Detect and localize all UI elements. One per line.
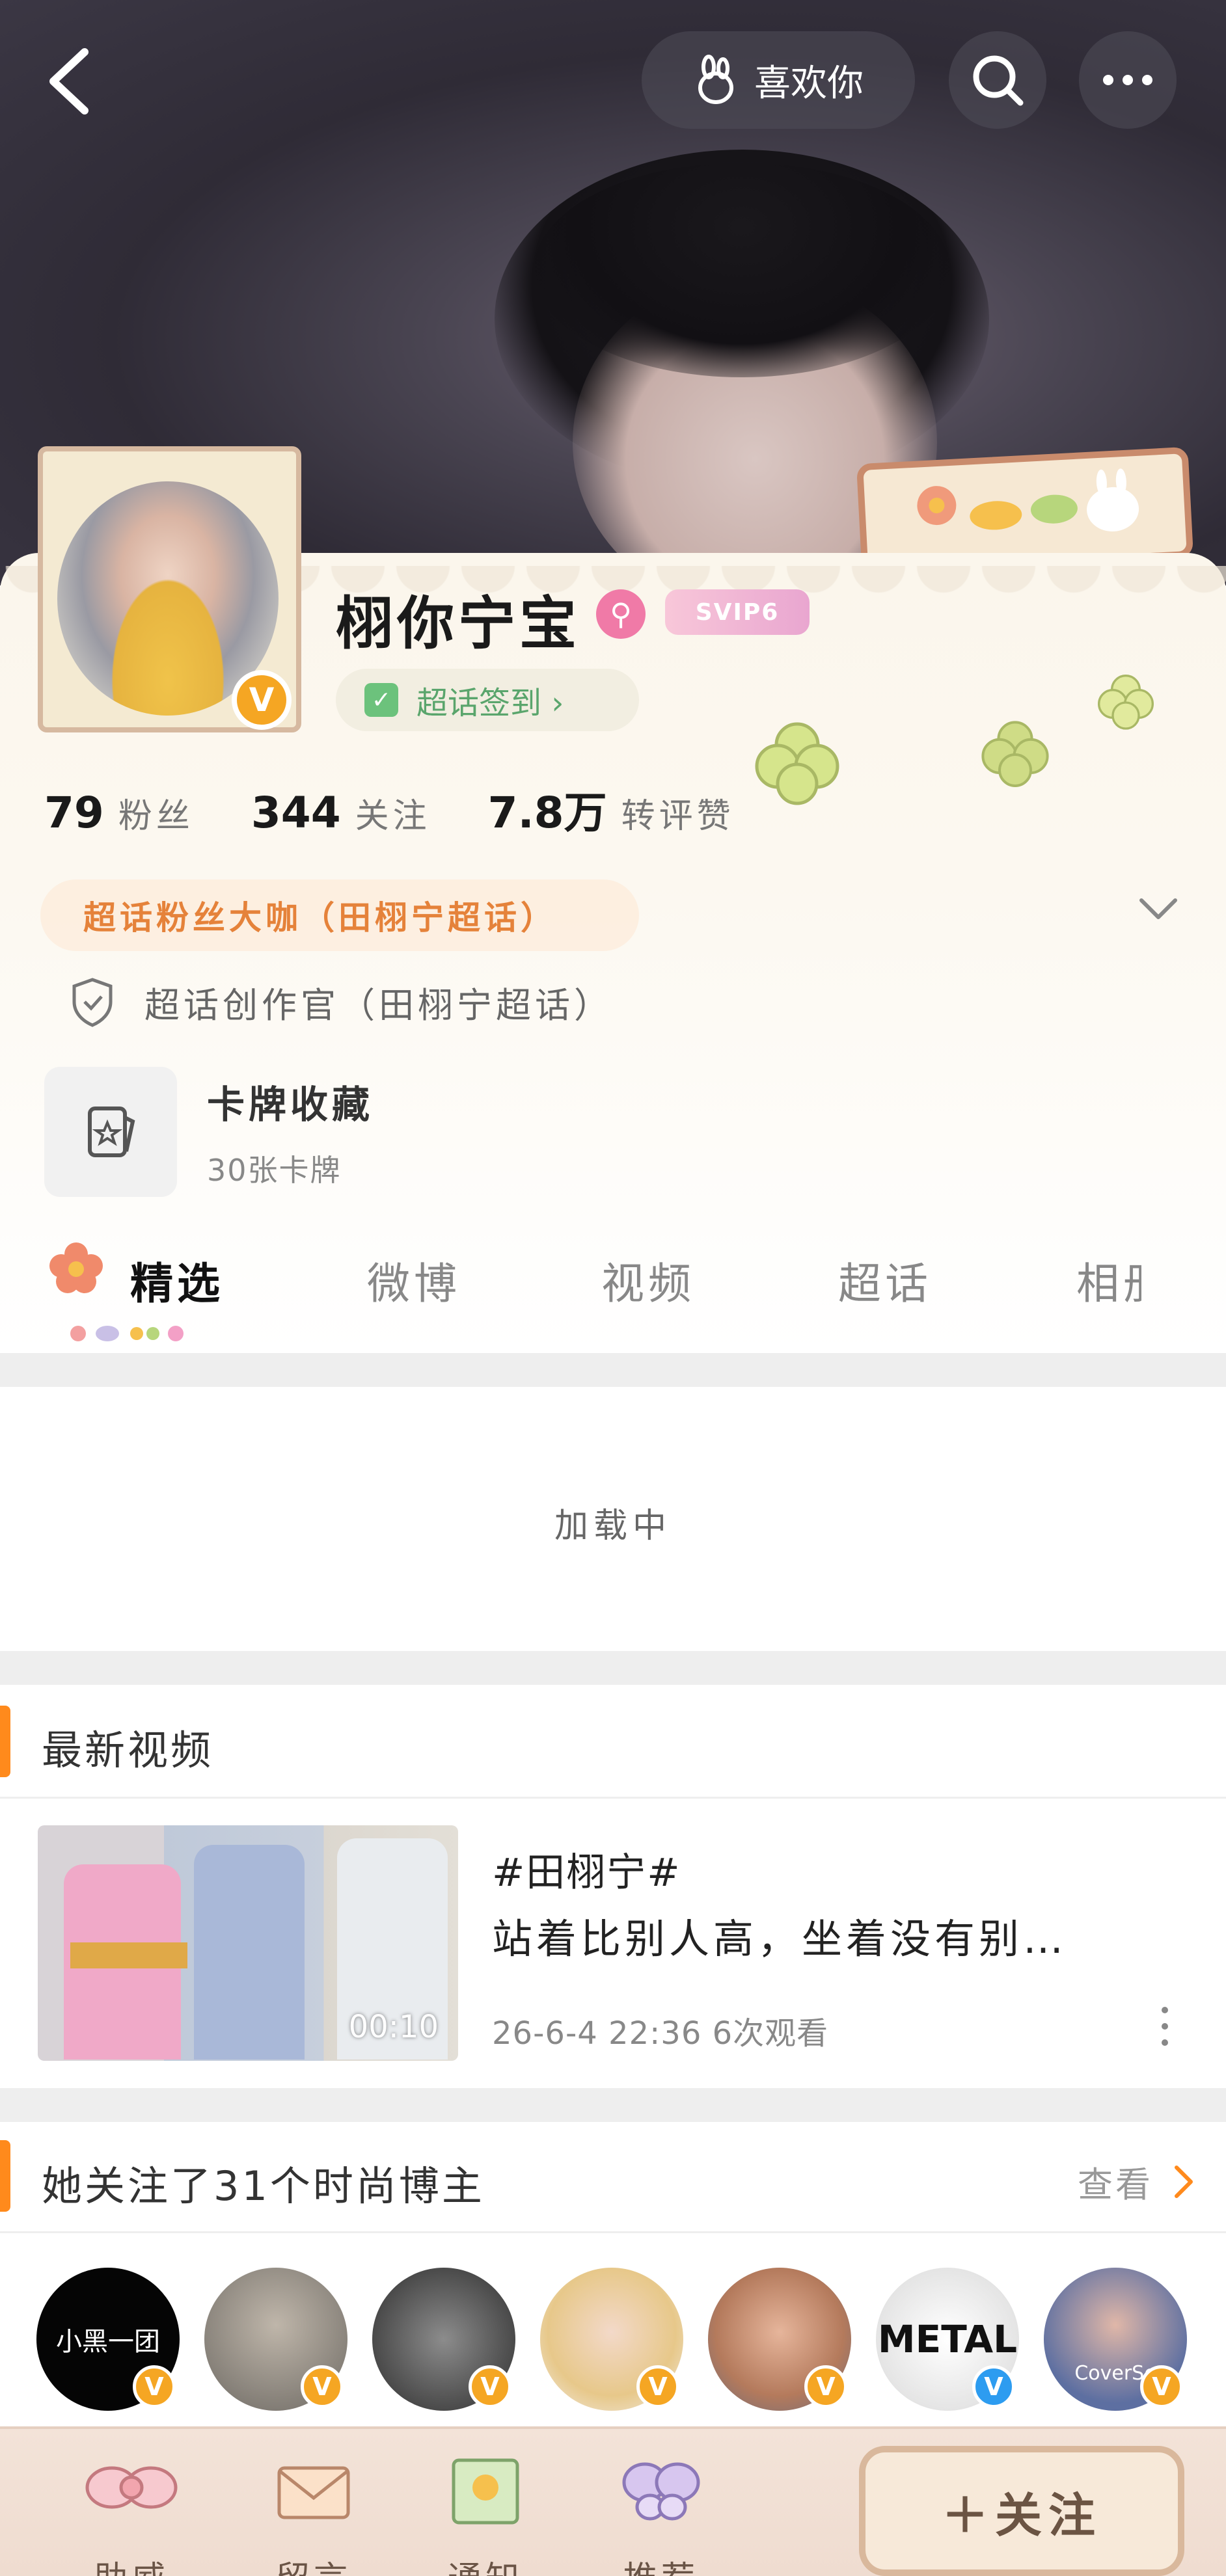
more-options-button[interactable] — [1079, 31, 1177, 129]
search-button[interactable] — [949, 31, 1046, 129]
photo-frame-icon — [452, 2458, 519, 2525]
bottom-item-cheer[interactable]: 助威 — [60, 2442, 203, 2576]
video-title[interactable]: 站着比别人高，坐着没有别… — [492, 1906, 1067, 1965]
bottom-item-label: 通知 — [414, 2551, 557, 2576]
stat-label: 关注 — [355, 797, 431, 836]
follows-title: 她关注了31个时尚博主 — [42, 2162, 485, 2210]
latest-video-title: 最新视频 — [42, 1726, 214, 1774]
like-you-button[interactable]: 喜欢你 — [642, 31, 915, 129]
profile-stats: 79 粉丝 344 关注 7.8万 转评赞 — [44, 778, 792, 840]
flower-bunny-sticker-icon — [917, 468, 1139, 531]
verified-v-icon: V — [1140, 2365, 1183, 2408]
section-gap — [0, 2088, 1226, 2122]
username: 栩你宁宝 — [336, 589, 581, 657]
video-duration: 00:10 — [348, 2009, 439, 2045]
checkin-label: 超话签到 › — [416, 685, 564, 721]
thumb-figure — [194, 1845, 305, 2059]
creator-label: 超话创作官（田栩宁超话） — [144, 984, 613, 1026]
verified-v-icon: V — [469, 2365, 511, 2408]
verified-v-icon: V — [804, 2365, 847, 2408]
section-gap — [0, 1353, 1226, 1387]
avatar-label: 小黑一团 — [56, 2327, 160, 2357]
card-collection-icon-box — [44, 1067, 177, 1197]
envelope-icon — [277, 2466, 350, 2519]
tab-album[interactable]: 相册 — [1076, 1249, 1141, 1311]
followed-avatars: 小黑一团 METAL CoverSe V V V V V V V — [36, 2268, 1195, 2417]
search-icon — [973, 55, 1024, 106]
tab-featured[interactable]: 精选 — [130, 1249, 224, 1311]
tab-videos[interactable]: 视频 — [601, 1249, 695, 1311]
chevron-down-icon[interactable] — [1132, 890, 1184, 929]
shield-icon — [72, 978, 113, 1027]
vertical-ellipsis-icon[interactable] — [1152, 2004, 1178, 2049]
video-meta: 26-6-4 22:36 6次观看 — [492, 2015, 829, 2052]
card-collection-count: 30张卡牌 — [207, 1153, 342, 1188]
flower-icon — [49, 1242, 103, 1293]
section-accent-bar — [0, 1706, 10, 1777]
bottom-item-label: 推荐 — [590, 2551, 733, 2576]
verified-v-icon: V — [133, 2365, 176, 2408]
bottom-item-message[interactable]: 留言 — [242, 2442, 385, 2576]
supertopic-creator[interactable]: 超话创作官（田栩宁超话） — [69, 976, 613, 1028]
bottom-item-label: 助威 — [60, 2551, 203, 2576]
stat-following[interactable]: 344 关注 — [251, 788, 431, 838]
member-icon[interactable]: ⚲ — [596, 589, 646, 639]
verified-v-icon: V — [636, 2365, 679, 2408]
divider — [0, 2231, 1226, 2233]
loading-indicator: 加载中 — [554, 1506, 672, 1546]
avatar-label: METAL — [877, 2317, 1018, 2361]
ellipsis-icon — [1103, 75, 1152, 85]
stat-fans[interactable]: 79 粉丝 — [44, 788, 194, 838]
card-collection-title: 卡牌收藏 — [207, 1082, 374, 1127]
thumb-object — [70, 1942, 187, 1968]
supertopic-checkin-button[interactable]: ✓ 超话签到 › — [336, 669, 639, 731]
stat-value: 7.8万 — [487, 788, 607, 838]
verified-v-icon: V — [232, 670, 292, 730]
video-thumbnail[interactable]: 00:10 — [38, 1825, 458, 2061]
back-arrow-icon[interactable] — [39, 46, 98, 117]
tab-underline-decoration — [70, 1326, 184, 1341]
section-gap — [0, 1651, 1226, 1685]
like-you-label: 喜欢你 — [754, 62, 864, 105]
svip-badge[interactable]: SVIP6 — [665, 589, 810, 635]
card-collection[interactable]: 卡牌收藏 30张卡牌 — [44, 1067, 374, 1197]
verified-v-icon: V — [972, 2365, 1015, 2408]
clover-decoration-icon — [1098, 675, 1154, 730]
tab-weibo[interactable]: 微博 — [367, 1249, 461, 1311]
butterfly-icon — [622, 2462, 700, 2521]
view-follows-link[interactable]: 查看 — [1078, 2156, 1195, 2207]
verified-v-icon: V — [301, 2365, 344, 2408]
tab-supertopic[interactable]: 超话 — [838, 1249, 932, 1311]
chevron-right-icon — [1175, 2165, 1193, 2198]
bow-icon — [85, 2466, 178, 2509]
stat-label: 粉丝 — [118, 797, 194, 836]
section-accent-bar — [0, 2140, 10, 2212]
cover-photo-fringe — [534, 163, 950, 377]
bottom-item-notify[interactable]: 通知 — [414, 2442, 557, 2576]
calendar-check-icon: ✓ — [364, 683, 398, 717]
stat-label: 转评赞 — [621, 797, 735, 836]
stat-interactions[interactable]: 7.8万 转评赞 — [488, 778, 735, 840]
bottom-item-recommend[interactable]: 推荐 — [590, 2442, 733, 2576]
card-star-icon — [88, 1107, 135, 1157]
follow-button[interactable]: ＋关注 — [859, 2446, 1184, 2576]
clover-decoration-icon — [981, 721, 1049, 787]
divider — [0, 1797, 1226, 1799]
video-hashtag[interactable]: #田栩宁# — [492, 1841, 681, 1898]
bunny-icon — [698, 55, 733, 104]
stat-value: 344 — [251, 788, 341, 838]
bottom-item-label: 留言 — [242, 2551, 385, 2576]
supertopic-fan-badge[interactable]: 超话粉丝大咖（田栩宁超话） — [40, 879, 639, 951]
stat-value: 79 — [44, 788, 104, 838]
view-label: 查看 — [1078, 2164, 1153, 2205]
